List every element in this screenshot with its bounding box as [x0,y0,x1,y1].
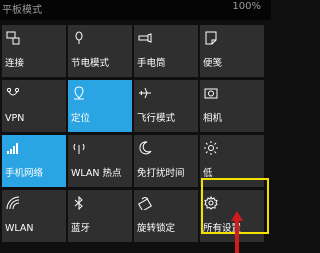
tile-airplane[interactable]: 飞行模式 [134,80,198,132]
settings-gear-icon [204,196,218,210]
rotation-lock-icon [138,197,152,210]
tile-rotation-lock[interactable]: 旋转锁定 [134,190,198,242]
tile-connect[interactable]: 连接 [2,25,66,77]
tile-battery-saver[interactable]: 节电模式 [68,25,132,77]
status-left-text: 平板模式 [2,5,42,16]
tile-label: 节电模式 [71,58,110,69]
tile-note[interactable]: 便笺 [200,25,264,77]
wifi-icon [6,196,20,210]
tile-wlan[interactable]: WLAN [2,190,66,242]
tile-label: VPN [5,113,25,124]
cellular-icon [7,143,18,154]
bluetooth-icon [74,196,83,210]
tile-label: 旋转锁定 [137,223,176,234]
tile-location[interactable]: 定位 [68,80,132,132]
annotation-arrow [231,211,243,253]
tile-label: WLAN [5,223,34,234]
tile-bluetooth[interactable]: 蓝牙 [68,190,132,242]
tile-label: 定位 [71,113,91,124]
quiet-hours-icon [139,141,152,155]
tile-label: 飞行模式 [137,113,176,124]
location-icon [74,86,84,100]
tile-camera[interactable]: 相机 [200,80,264,132]
status-bar: 平板模式 100% [0,0,271,20]
tile-cellular[interactable]: 手机网络 [2,135,66,187]
tile-label: 连接 [5,58,25,69]
tile-flashlight[interactable]: 手电筒 [134,25,198,77]
tile-label: 低 [203,168,213,179]
hotspot-icon [73,143,85,154]
camera-icon [204,88,218,99]
tile-label: 手机网络 [5,168,44,179]
tile-quiet-hours[interactable]: 免打扰时间 [134,135,198,187]
tile-label: 蓝牙 [71,223,91,234]
battery-saver-icon [75,31,83,44]
tile-label: 相机 [203,113,223,124]
connect-icon [6,31,20,45]
brightness-icon [204,141,218,155]
battery-percent: 100% [232,1,261,12]
tile-vpn[interactable]: VPN [2,80,66,132]
airplane-icon [139,87,151,99]
tile-label: 免打扰时间 [137,168,185,179]
tile-brightness[interactable]: 低 [200,135,264,187]
note-icon [205,31,217,45]
tile-label: 手电筒 [137,58,166,69]
tile-label: 便笺 [203,58,223,69]
tile-hotspot[interactable]: WLAN 热点 [68,135,132,187]
flashlight-icon [138,33,152,43]
tile-label: WLAN 热点 [71,168,122,179]
vpn-icon [6,87,20,96]
